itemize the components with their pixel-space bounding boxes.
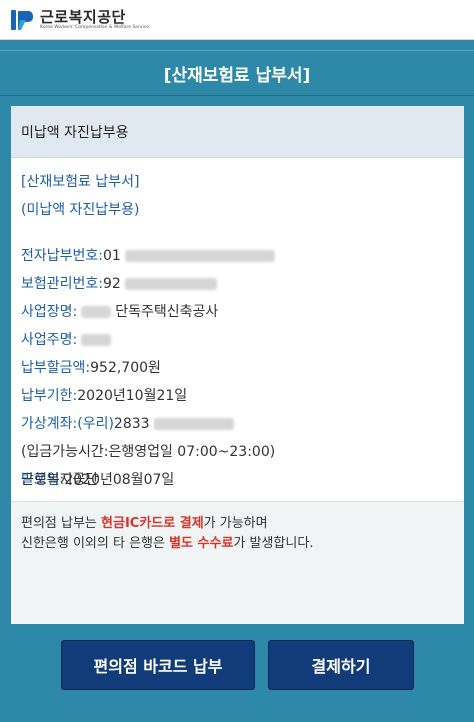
notice-line-1: 편의점 납부는 현금IC카드로 결제가 가능하며: [21, 514, 464, 534]
due-date-row: 납부기한:2020년10월21일: [21, 382, 464, 410]
deposit-hours-row: (입금가능시간:은행영업일 07:00~23:00): [21, 444, 276, 460]
notice-line-2: 신한은행 이외의 타 은행은 별도 수수료가 발생합니다.: [21, 534, 464, 554]
app-header: 근로복지공단 Korea Workers' Compensation & Wel…: [0, 0, 474, 40]
logo-subtitle: Korea Workers' Compensation & Welfare Se…: [40, 24, 150, 30]
payment-number-value: 01: [103, 248, 121, 264]
main-area: [산재보험료 납부서] 미납액 자진납부용 [산재보험료 납부서] (미납액 자…: [0, 40, 474, 722]
pay-button[interactable]: 결제하기: [268, 640, 414, 690]
payment-number-row: 전자납부번호:01: [21, 242, 464, 270]
payment-card: 미납액 자진납부용 [산재보험료 납부서] (미납액 자진납부용) 전자납부번호…: [11, 106, 464, 624]
bill-title-line2: (미납액 자진납부용): [21, 202, 140, 218]
title-bar: [산재보험료 납부서]: [0, 50, 474, 96]
card-heading: 미납액 자진납부용: [11, 106, 464, 158]
payment-number-label: 전자납부번호:: [21, 248, 103, 264]
business-name-row: 사업장명: 단독주택신축공사: [21, 298, 464, 326]
owner-name-row: 사업주명:: [21, 326, 464, 354]
due-date-label: 납부기한:: [21, 388, 78, 404]
organization-name: 근로복지공단: [21, 472, 99, 488]
amount-value: 952,700원: [90, 360, 161, 376]
amount-label: 납부할금액:: [21, 360, 91, 376]
convenience-store-barcode-button[interactable]: 편의점 바코드 납부: [61, 640, 255, 690]
redacted-block: [124, 250, 275, 262]
amount-row: 납부할금액:952,700원: [21, 354, 464, 382]
virtual-account-row: 가상계좌:(우리)2833: [21, 410, 464, 438]
payment-notice: 편의점 납부는 현금IC카드로 결제가 가능하며 신한은행 이외의 타 은행은 …: [11, 501, 464, 624]
card-heading-text: 미납액 자진납부용: [21, 124, 129, 141]
notice-text: 가 발생합니다.: [233, 536, 314, 551]
notice-text: 신한은행 이외의 타 은행은: [21, 536, 170, 551]
virtual-account-label: 가상계좌:(우리): [21, 416, 114, 432]
redacted-block: [81, 334, 112, 346]
virtual-account-value: 2833: [113, 416, 150, 432]
owner-name-label: 사업주명:: [21, 332, 78, 348]
business-name-value: 단독주택신축공사: [115, 304, 219, 320]
notice-text: 편의점 납부는: [21, 516, 102, 531]
bill-title-line1: [산재보험료 납부서]: [21, 174, 140, 190]
logo-name: 근로복지공단: [40, 7, 126, 26]
business-name-label: 사업장명:: [21, 304, 78, 320]
card-body: [산재보험료 납부서] (미납액 자진납부용) 전자납부번호:01 보험관리번호…: [11, 158, 464, 494]
due-date-value: 2020년10월21일: [77, 388, 188, 404]
redacted-block: [124, 278, 217, 290]
insurance-number-row: 보험관리번호:92: [21, 270, 464, 298]
insurance-number-label: 보험관리번호:: [21, 276, 103, 292]
redacted-block: [81, 306, 112, 318]
kcomwel-logo-icon: [10, 8, 34, 32]
notice-text: 가 가능하며: [203, 516, 268, 531]
notice-highlight: 별도 수수료: [169, 536, 234, 551]
notice-highlight: 현금IC카드로 결제: [101, 516, 204, 531]
redacted-block: [153, 418, 234, 430]
insurance-number-value: 92: [103, 276, 121, 292]
page-title: [산재보험료 납부서]: [163, 65, 311, 86]
